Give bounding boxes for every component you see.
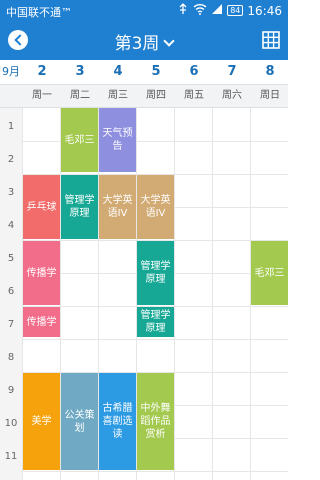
period-label: 4 — [7, 220, 15, 231]
course-block-mgmt-thu-b[interactable]: 管理学原理 — [137, 307, 174, 337]
date-sun: 8 — [265, 64, 275, 79]
grid-icon — [262, 31, 280, 49]
course-name: 管理学原理 — [64, 195, 95, 219]
course-block-dance[interactable]: 中外舞蹈作品赏析 — [137, 373, 174, 470]
weekday-thu: 周四 — [146, 90, 166, 101]
course-block-maodengsan-sun[interactable]: 毛邓三 — [251, 241, 288, 305]
course-name: 管理学原理 — [140, 261, 171, 285]
date-sat: 7 — [227, 64, 237, 79]
grid-line — [22, 471, 288, 472]
course-block-public-relations[interactable]: 公关策划 — [61, 373, 98, 470]
date-fri: 6 — [189, 64, 199, 79]
course-name: 传播学 — [26, 316, 57, 328]
course-block-communication-a[interactable]: 传播学 — [23, 241, 60, 305]
course-name: 中外舞蹈作品赏析 — [140, 403, 171, 440]
month-label: 9月 — [2, 65, 20, 78]
course-name: 公关策划 — [64, 409, 95, 434]
course-name: 毛邓三 — [254, 267, 285, 279]
period-label: 1 — [7, 121, 15, 132]
course-block-weather[interactable]: 天气预告 — [99, 108, 136, 172]
period-label: 11 — [4, 451, 18, 462]
course-block-greek-comedy[interactable]: 古希腊喜剧选读 — [99, 373, 136, 470]
weekday-mon: 周一 — [32, 90, 52, 101]
period-label: 3 — [7, 187, 15, 198]
week-title: 第3周 — [114, 34, 160, 54]
status-time: 16:46 — [247, 3, 282, 18]
status-bar: 中国联不通™ 84 16:46 — [0, 0, 288, 22]
course-block-english-thu[interactable]: 大学英语IV — [137, 175, 174, 239]
course-block-maodengsan-tue[interactable]: 毛邓三 — [61, 108, 98, 172]
usb-icon — [177, 3, 189, 18]
status-icons: 84 16:46 — [177, 3, 282, 18]
period-label: 10 — [4, 418, 18, 429]
period-label: 5 — [7, 253, 15, 264]
course-name: 古希腊喜剧选读 — [102, 403, 133, 440]
course-block-english-wed[interactable]: 大学英语IV — [99, 175, 136, 239]
course-block-communication-b[interactable]: 传播学 — [23, 307, 60, 337]
course-name: 大学英语IV — [140, 195, 171, 219]
wifi-icon — [193, 3, 207, 18]
date-row: 9月 2 3 4 5 6 7 8 — [0, 60, 288, 84]
course-name: 乒乓球 — [26, 201, 57, 213]
period-label: 6 — [7, 286, 15, 297]
title-bar: 第3周 — [0, 22, 288, 60]
date-mon: 2 — [37, 64, 47, 79]
timetable-grid[interactable]: 1 2 3 4 5 6 7 8 9 10 11 毛邓三 天气预告 乒乓球 管理学… — [0, 108, 288, 480]
course-name: 传播学 — [26, 267, 57, 279]
course-block-pingpong[interactable]: 乒乓球 — [23, 175, 60, 239]
period-column: 1 2 3 4 5 6 7 8 9 10 11 — [0, 108, 22, 480]
course-block-aesthetics[interactable]: 美学 — [23, 373, 60, 470]
period-label: 2 — [7, 154, 15, 165]
grid-line — [22, 339, 288, 340]
course-block-mgmt-thu-a[interactable]: 管理学原理 — [137, 241, 174, 305]
week-selector[interactable]: 第3周 — [0, 29, 288, 54]
carrier-label: 中国联不通™ — [6, 6, 72, 19]
signal-icon — [211, 3, 223, 18]
grid-line — [212, 108, 213, 480]
course-name: 大学英语IV — [102, 195, 133, 219]
weekday-tue: 周二 — [70, 90, 90, 101]
weekday-sun: 周日 — [260, 90, 280, 101]
grid-view-button[interactable] — [262, 31, 280, 49]
course-name: 天气预告 — [102, 128, 133, 152]
period-label: 8 — [7, 352, 15, 363]
weekday-wed: 周三 — [108, 90, 128, 101]
weekday-fri: 周五 — [184, 90, 204, 101]
course-block-mgmt-tue[interactable]: 管理学原理 — [61, 175, 98, 239]
period-label: 9 — [7, 385, 15, 396]
chevron-down-icon — [163, 35, 176, 47]
weekday-sat: 周六 — [222, 90, 242, 101]
course-name: 管理学原理 — [140, 310, 171, 334]
grid-line — [174, 108, 175, 480]
weekday-row: 周一 周二 周三 周四 周五 周六 周日 — [0, 84, 288, 108]
date-wed: 4 — [113, 64, 123, 79]
date-thu: 5 — [151, 64, 161, 79]
course-name: 美学 — [31, 416, 52, 427]
course-name: 毛邓三 — [64, 134, 95, 146]
battery-icon: 84 — [227, 5, 244, 16]
period-label: 7 — [7, 319, 15, 330]
date-tue: 3 — [75, 64, 85, 79]
